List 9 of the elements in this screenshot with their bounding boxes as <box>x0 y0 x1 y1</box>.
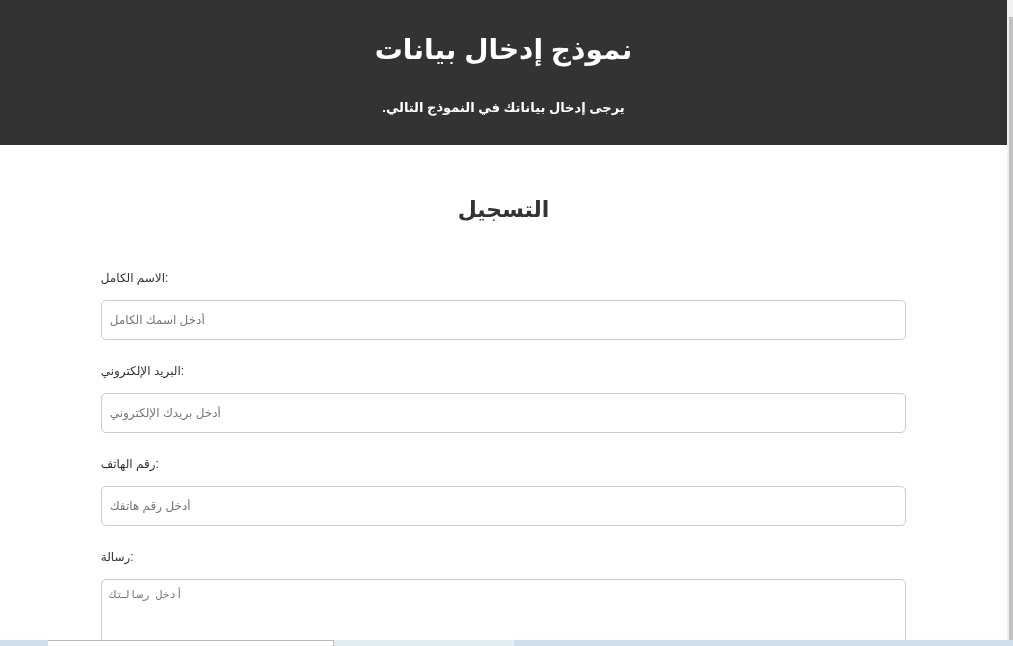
field-label: الاسم الكامل: <box>100 270 169 287</box>
field-label: رسالة: <box>100 549 134 567</box>
page-subtitle: يرجى إدخال بياناتك في النموذج التالي. <box>382 99 625 118</box>
message-field[interactable]: أدخل رسالتك <box>100 579 907 640</box>
scrollbar-thumb[interactable] <box>1009 17 1013 640</box>
field-label: رقم الهاتف: <box>100 456 159 473</box>
page-title: نموذج إدخال بيانات <box>374 33 633 69</box>
field-label: البريد الإلكتروني: <box>100 363 185 381</box>
form-title: التسجيل <box>457 196 550 224</box>
